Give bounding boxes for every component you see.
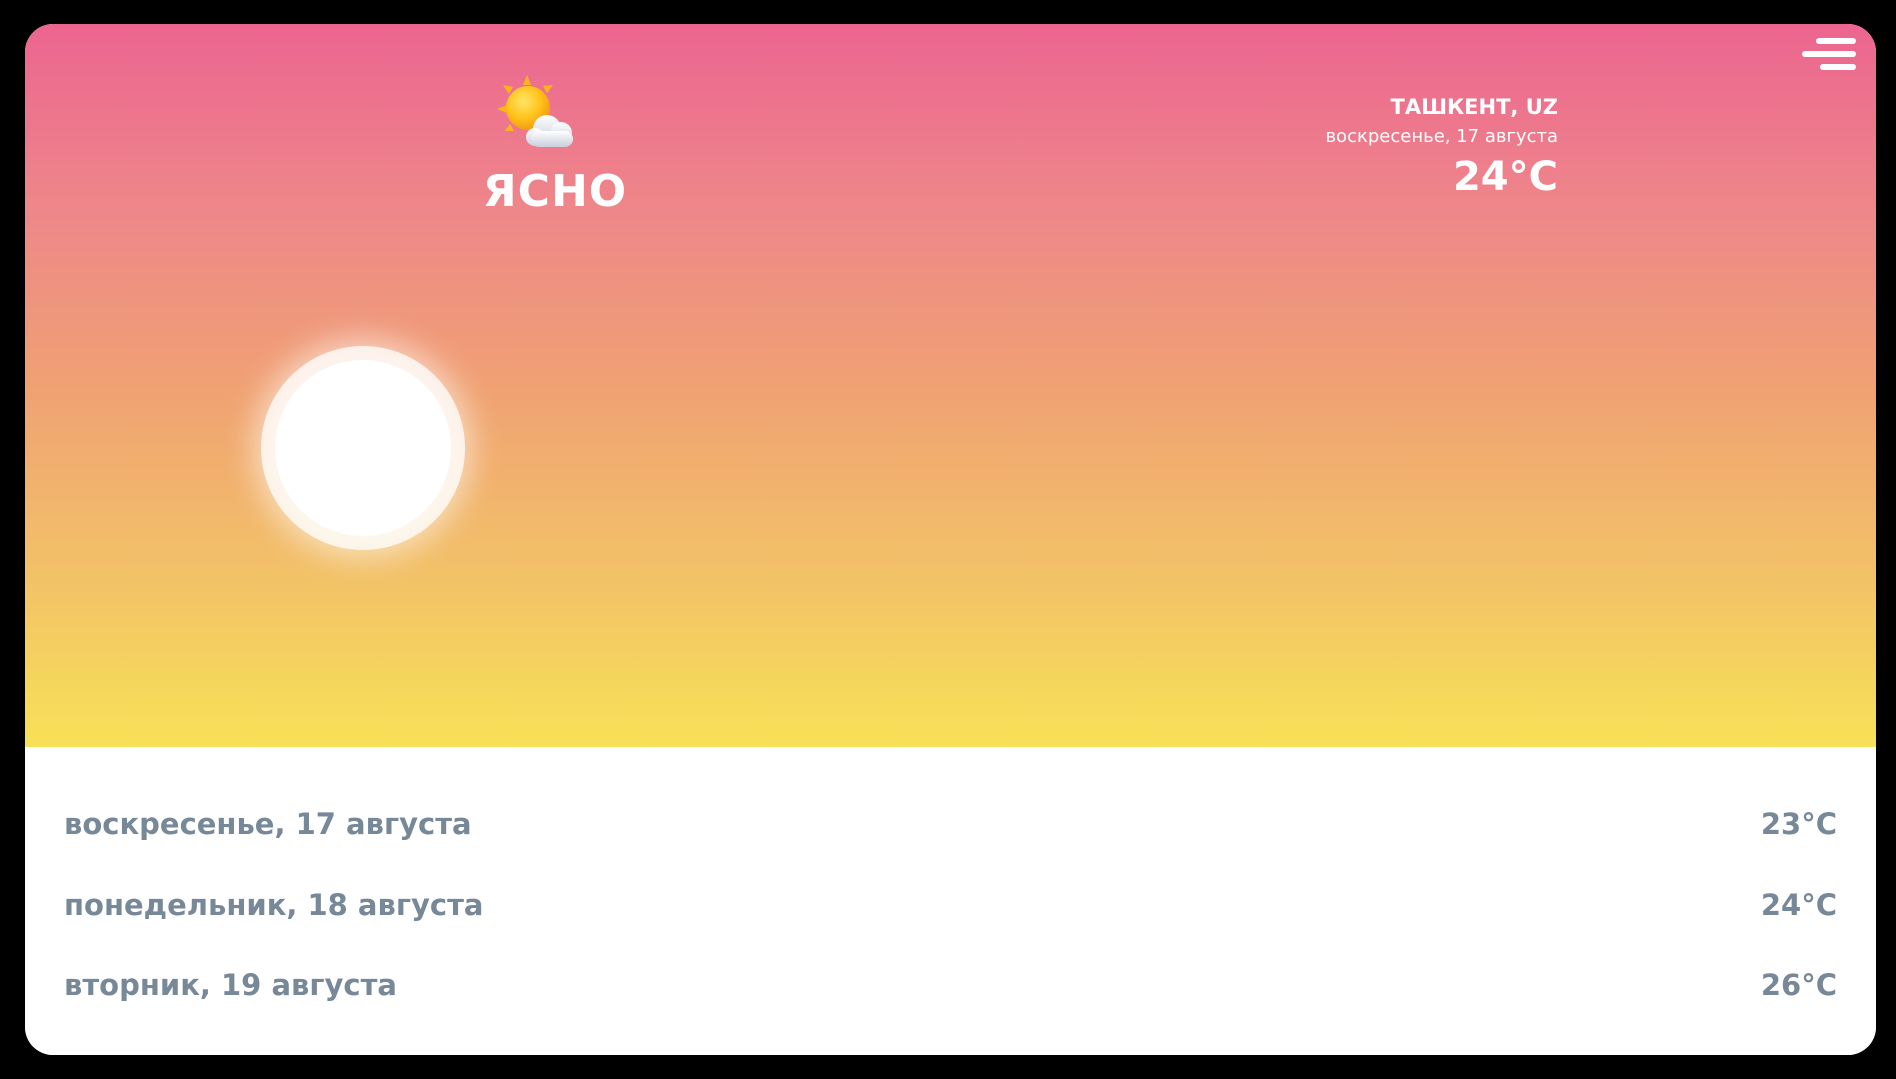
sun-behind-cloud-icon bbox=[497, 75, 573, 147]
forecast-day: воскресенье, 17 августа bbox=[64, 807, 472, 841]
current-date: воскресенье, 17 августа bbox=[1325, 126, 1558, 147]
forecast-row: воскресенье, 17 августа 23°C bbox=[64, 804, 1837, 844]
menu-line bbox=[1820, 64, 1856, 70]
forecast-day: понедельник, 18 августа bbox=[64, 888, 484, 922]
current-temperature: 24°C bbox=[1452, 154, 1558, 200]
weather-hero: ЯСНО ТАШКЕНТ, UZ воскресенье, 17 августа… bbox=[25, 24, 1876, 747]
weather-app: ЯСНО ТАШКЕНТ, UZ воскресенье, 17 августа… bbox=[25, 24, 1876, 1055]
sun-icon bbox=[275, 360, 451, 536]
hamburger-menu-icon[interactable] bbox=[1800, 38, 1856, 78]
forecast-row: понедельник, 18 августа 24°C bbox=[64, 885, 1837, 925]
weather-condition: ЯСНО bbox=[482, 166, 628, 217]
menu-line bbox=[1802, 51, 1856, 57]
forecast-temp: 26°C bbox=[1760, 968, 1837, 1002]
forecast-row: вторник, 19 августа 26°C bbox=[64, 965, 1837, 1005]
menu-line bbox=[1816, 38, 1856, 44]
location-block: ТАШКЕНТ, UZ воскресенье, 17 августа 24°C bbox=[1325, 92, 1558, 202]
forecast-temp: 24°C bbox=[1760, 888, 1837, 922]
location-name: ТАШКЕНТ, UZ bbox=[1390, 95, 1559, 119]
forecast-temp: 23°C bbox=[1760, 807, 1837, 841]
forecast-day: вторник, 19 августа bbox=[64, 968, 397, 1002]
forecast-list: воскресенье, 17 августа 23°C понедельник… bbox=[25, 747, 1876, 1055]
